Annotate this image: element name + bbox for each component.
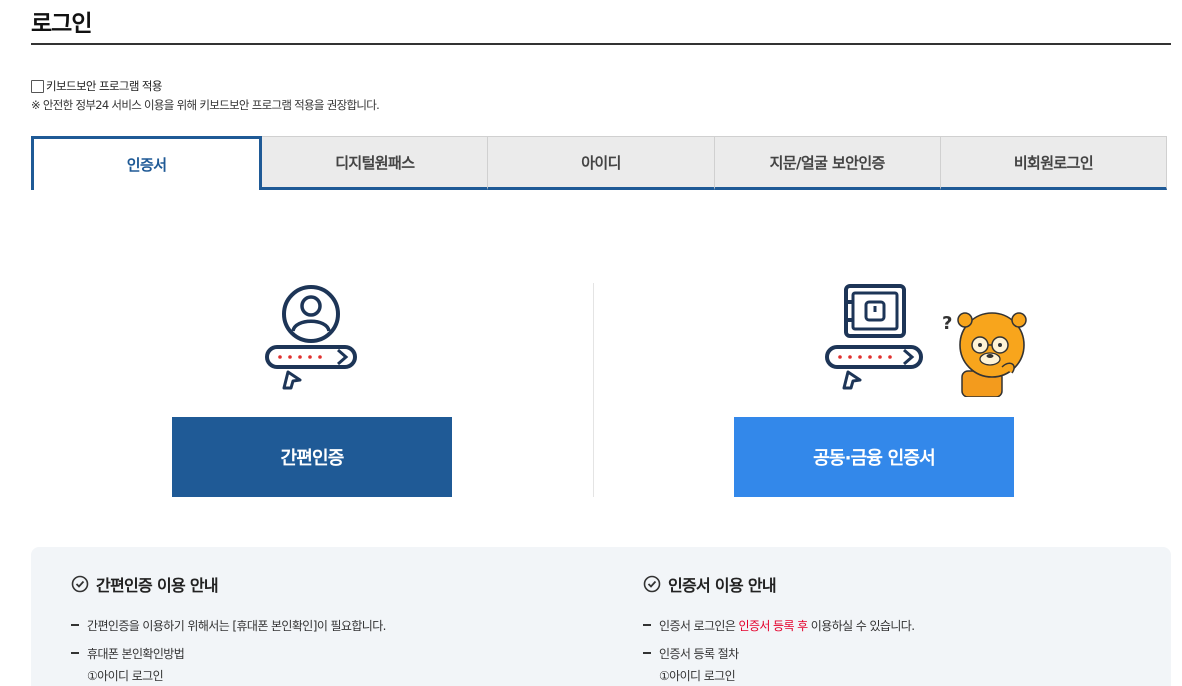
options-divider [593, 283, 594, 497]
keyboard-security-checkbox[interactable] [31, 79, 44, 93]
list-item: 휴대폰 본인확인방법 [71, 645, 386, 662]
certificate-guide-title: 인증서 이용 안내 [643, 572, 914, 596]
simple-auth-guide-title: 간편인증 이용 안내 [71, 572, 386, 596]
page-title: 로그인 [31, 11, 92, 37]
cert-guide-text: 인증서 로그인은 [659, 619, 739, 633]
keyboard-security-label[interactable]: 키보드보안 프로그램 적용 [46, 78, 162, 94]
login-method-tabs: 인증서 디지털원패스 아이디 지문/얼굴 보안인증 비회원로그인 [31, 136, 1168, 190]
tab-guest-login[interactable]: 비회원로그인 [940, 136, 1168, 190]
safe-password-icon [822, 284, 926, 398]
certificate-login-button[interactable]: 공동·금융 인증서 [734, 417, 1014, 497]
check-circle-icon [71, 575, 89, 593]
list-item: 간편인증을 이용하기 위해서는 [휴대폰 본인확인]이 필요합니다. [71, 617, 387, 634]
list-sub-item: ①아이디 로그인 [87, 669, 164, 683]
simple-auth-button[interactable]: 간편인증 [172, 417, 452, 497]
certificate-guide: 인증서 이용 안내 인증서 로그인은 인증서 등록 후 이용하실 수 있습니다.… [643, 572, 915, 684]
tab-biometric[interactable]: 지문/얼굴 보안인증 [714, 136, 941, 190]
svg-text:?: ? [942, 313, 952, 334]
title-divider [31, 43, 1171, 45]
keyboard-security-option[interactable]: 키보드보안 프로그램 적용 [31, 78, 162, 94]
keyboard-security-note: ※ 안전한 정부24 서비스 이용을 위해 키보드보안 프로그램 적용을 권장합… [31, 98, 380, 112]
tab-certificate[interactable]: 인증서 [31, 136, 263, 190]
list-item: 인증서 로그인은 인증서 등록 후 이용하실 수 있습니다. [643, 617, 915, 634]
certificate-guide-heading: 인증서 이용 안내 [668, 576, 777, 595]
cert-registration-highlight: 인증서 등록 후 [738, 619, 809, 633]
character-question-icon: ? [940, 307, 1030, 401]
simple-auth-guide: 간편인증 이용 안내 간편인증을 이용하기 위해서는 [휴대폰 본인확인]이 필… [71, 572, 387, 684]
cert-guide-text: 이용하실 수 있습니다. [807, 619, 915, 633]
user-password-icon [262, 284, 360, 398]
login-guide-panel: 간편인증 이용 안내 간편인증을 이용하기 위해서는 [휴대폰 본인확인]이 필… [31, 547, 1171, 686]
tab-id[interactable]: 아이디 [488, 136, 715, 190]
simple-auth-guide-heading: 간편인증 이용 안내 [96, 576, 219, 595]
list-item: 인증서 등록 절차 [643, 645, 914, 662]
list-sub-item: ①아이디 로그인 [659, 669, 736, 683]
tab-digital-onepass[interactable]: 디지털원패스 [262, 136, 489, 190]
check-circle-icon [643, 575, 661, 593]
